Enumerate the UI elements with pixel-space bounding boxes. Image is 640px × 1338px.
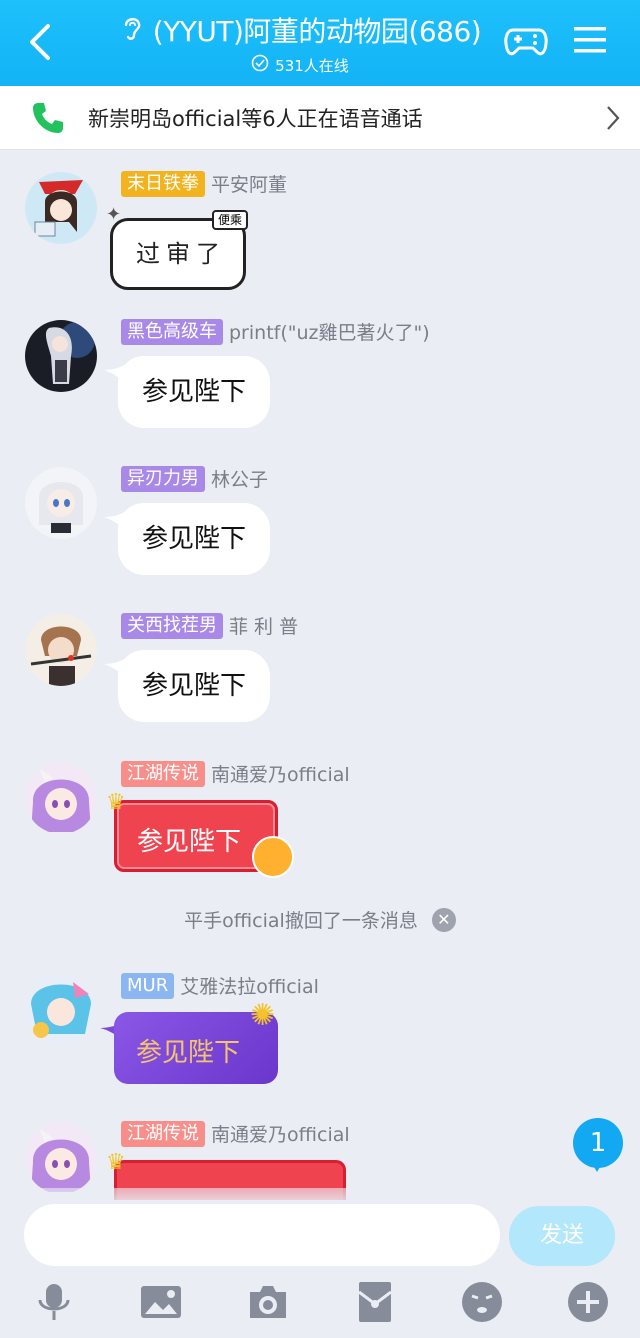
recall-notice-text: 平手official撤回了一条消息 bbox=[184, 910, 418, 932]
voice-call-text: 新崇明岛official等6人正在语音通话 bbox=[88, 106, 423, 131]
menu-button[interactable] bbox=[572, 22, 608, 58]
avatar[interactable] bbox=[25, 974, 97, 1046]
phone-icon bbox=[33, 102, 63, 133]
red-packet-button[interactable] bbox=[353, 1280, 397, 1324]
avatar[interactable] bbox=[25, 614, 97, 686]
microphone-icon bbox=[38, 1284, 70, 1320]
sender-name[interactable]: 林公子 bbox=[211, 465, 268, 492]
cartoon-sticker-decoration bbox=[252, 836, 294, 878]
sender-name[interactable]: 南通爱乃official bbox=[211, 760, 350, 787]
member-title-badge: 末日铁拳 bbox=[121, 170, 205, 197]
message-input[interactable] bbox=[24, 1204, 500, 1266]
sender-name[interactable]: 菲 利 普 bbox=[229, 612, 298, 639]
member-title-badge: 黑色高级车 bbox=[121, 318, 223, 345]
avatar[interactable] bbox=[25, 320, 97, 392]
back-arrow-icon bbox=[30, 24, 50, 60]
chat-header: (YYUT)阿董的动物园(686) 531人在线 bbox=[0, 0, 640, 86]
ear-icon bbox=[119, 13, 145, 47]
message-text: 过审了 bbox=[136, 240, 226, 268]
message-text: 参见陛下 bbox=[137, 827, 242, 857]
more-button[interactable] bbox=[566, 1280, 610, 1324]
composer-toolbar bbox=[0, 1280, 640, 1330]
sender-name[interactable]: 平安阿董 bbox=[211, 170, 287, 197]
member-title-badge: 异刃力男 bbox=[121, 465, 205, 492]
voice-call-banner[interactable]: 新崇明岛official等6人正在语音通话 bbox=[0, 86, 640, 150]
message-text: 参见陛下 bbox=[136, 1038, 241, 1068]
close-icon[interactable]: ✕ bbox=[431, 907, 456, 932]
chevron-right-icon bbox=[607, 106, 620, 130]
member-title-badge: 江湖传说 bbox=[121, 1120, 205, 1147]
camera-button[interactable] bbox=[246, 1280, 290, 1324]
emoji-button[interactable] bbox=[460, 1280, 504, 1324]
crown-decoration: ♛ bbox=[106, 1150, 126, 1175]
member-title-badge: MUR bbox=[121, 972, 175, 999]
online-count: 531人在线 bbox=[275, 56, 349, 75]
group-title: (YYUT)阿董的动物园(686) bbox=[152, 15, 482, 48]
menu-icon bbox=[574, 27, 606, 53]
crown-decoration: ♛ bbox=[106, 790, 126, 815]
sticker-bubble[interactable]: 便乘 过审了 ✦ bbox=[106, 204, 248, 296]
composer-area: 发送 bbox=[0, 1188, 640, 1338]
send-button[interactable]: 发送 bbox=[509, 1206, 615, 1266]
member-title-badge: 江湖传说 bbox=[121, 760, 205, 787]
gamepad-icon bbox=[504, 28, 548, 56]
plus-icon bbox=[568, 1282, 608, 1322]
recall-notice: 平手official撤回了一条消息 ✕ bbox=[0, 906, 640, 933]
back-button[interactable] bbox=[22, 20, 58, 64]
title-area[interactable]: (YYUT)阿董的动物园(686) 531人在线 bbox=[100, 10, 500, 76]
message-bubble[interactable]: 参见陛下 bbox=[118, 356, 271, 428]
firework-decoration: ✺ bbox=[250, 998, 276, 1033]
avatar[interactable] bbox=[25, 172, 97, 244]
sender-name[interactable]: 南通爱乃official bbox=[211, 1120, 350, 1147]
voice-input-button[interactable] bbox=[32, 1280, 76, 1324]
avatar[interactable] bbox=[25, 1122, 97, 1194]
red-packet-icon bbox=[358, 1282, 392, 1322]
game-button[interactable] bbox=[504, 22, 548, 62]
message-bubble[interactable]: 参见陛下 bbox=[118, 503, 271, 575]
camera-icon bbox=[250, 1286, 286, 1318]
image-icon bbox=[141, 1286, 181, 1318]
sender-name[interactable]: 艾雅法拉official bbox=[180, 972, 319, 999]
online-check-icon bbox=[251, 54, 269, 76]
sender-name[interactable]: printf("uz雞巴著火了") bbox=[229, 318, 430, 345]
image-button[interactable] bbox=[139, 1280, 183, 1324]
emoji-icon bbox=[462, 1282, 502, 1322]
avatar[interactable] bbox=[25, 762, 97, 834]
message-bubble[interactable]: 参见陛下 bbox=[118, 650, 271, 722]
avatar[interactable] bbox=[25, 467, 97, 539]
member-title-badge: 关西找茬男 bbox=[121, 612, 223, 639]
unread-badge-tail bbox=[590, 1160, 604, 1172]
